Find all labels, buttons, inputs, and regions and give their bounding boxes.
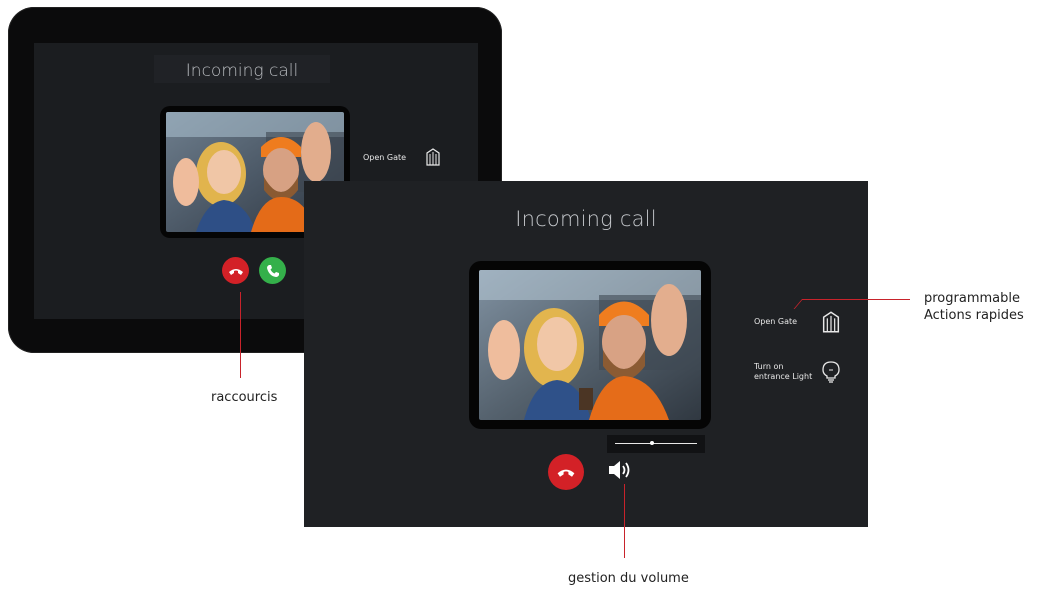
hangup-icon — [228, 268, 243, 275]
phone-icon — [266, 264, 279, 277]
speaker-icon — [609, 461, 630, 479]
volume-knob[interactable] — [649, 441, 654, 445]
shortcuts-callout: raccourcis — [211, 390, 278, 405]
back-quick-action-open-gate[interactable]: Open Gate — [363, 148, 440, 166]
back-answer-button[interactable] — [259, 257, 286, 284]
volume-slider[interactable] — [607, 435, 705, 453]
gate-icon — [426, 148, 440, 166]
back-call-buttons — [222, 257, 286, 284]
volume-track — [615, 443, 697, 444]
quick-actions-callout-line2: Actions rapides — [924, 308, 1024, 323]
quick-actions-pointer-line — [802, 299, 910, 300]
back-hangup-button[interactable] — [222, 257, 249, 284]
back-call-title: Incoming call — [185, 61, 299, 81]
volume-button[interactable] — [608, 459, 632, 486]
shortcuts-pointer-line — [240, 292, 241, 378]
front-call-title: Incoming call — [515, 207, 657, 231]
open-gate-label: Open Gate — [754, 317, 798, 326]
lightbulb-icon — [822, 361, 840, 383]
quick-actions-callout: programmable Actions rapides — [924, 290, 1024, 324]
quick-actions-callout-line1: programmable — [924, 291, 1020, 306]
front-intercom-screen: Incoming call Open Gate Turn on entrance… — [304, 181, 868, 527]
entrance-light-label: Turn on entrance Light — [754, 362, 813, 381]
quick-action-entrance-light[interactable]: Turn on entrance Light — [754, 361, 840, 383]
volume-callout: gestion du volume — [568, 571, 689, 586]
front-video-preview — [469, 261, 711, 429]
volume-pointer-line — [624, 484, 625, 558]
gate-icon — [822, 311, 840, 333]
back-title-bar: Incoming call — [154, 55, 330, 83]
quick-action-open-gate[interactable]: Open Gate — [754, 311, 840, 333]
back-open-gate-label: Open Gate — [363, 152, 407, 162]
hangup-icon — [557, 469, 575, 477]
front-video-image — [479, 270, 701, 420]
front-hangup-button[interactable] — [548, 454, 584, 490]
